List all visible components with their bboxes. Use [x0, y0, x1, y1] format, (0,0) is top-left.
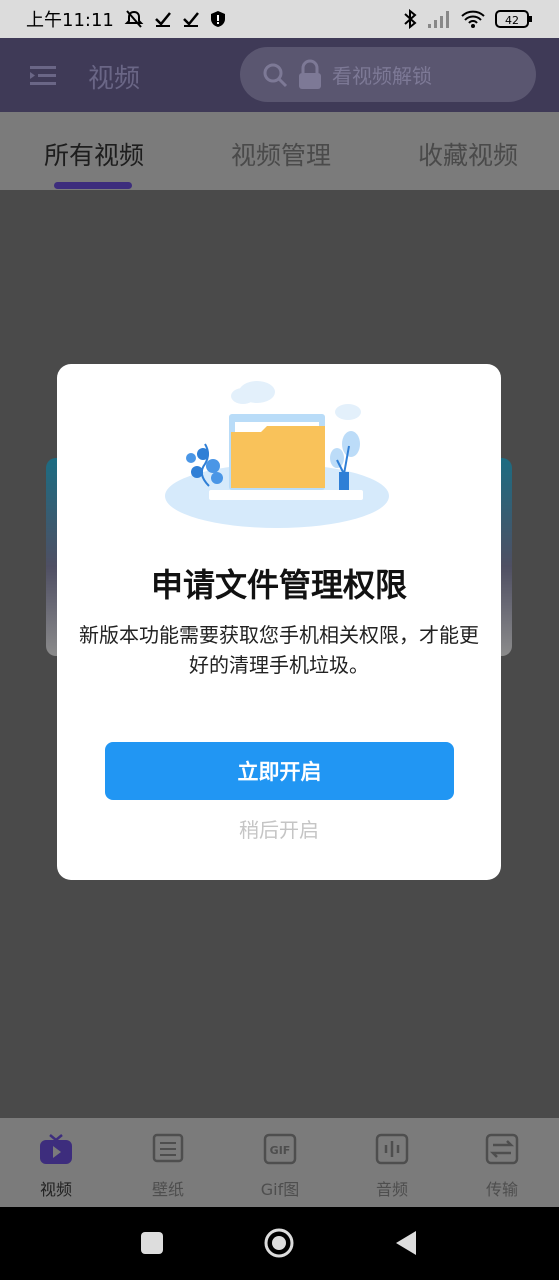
- check-icon: [154, 12, 171, 27]
- tab-bar: 所有视频 视频管理 收藏视频: [0, 112, 559, 190]
- nav-item-wallpaper[interactable]: 壁纸: [128, 1132, 208, 1200]
- svg-text:GIF: GIF: [270, 1144, 291, 1157]
- nav-item-audio[interactable]: 音频: [352, 1132, 432, 1200]
- page-title: 视频: [88, 64, 141, 94]
- nav-label-video: 视频: [39, 1180, 72, 1199]
- battery-level: 42: [505, 14, 519, 27]
- permission-dialog: 申请文件管理权限 新版本功能需要获取您手机相关权限，才能更好的清理手机垃圾。 立…: [57, 364, 501, 880]
- menu-icon[interactable]: [30, 65, 56, 87]
- unlock-button[interactable]: 看视频解锁: [240, 47, 536, 102]
- bluetooth-icon: [404, 9, 417, 29]
- video-icon: [40, 1134, 72, 1164]
- bottom-nav: 视频 壁纸 GIF Gif图 音频 传输: [0, 1118, 559, 1207]
- nav-label-transfer: 传输: [485, 1180, 518, 1199]
- tab-all-videos[interactable]: 所有视频: [44, 136, 144, 172]
- status-time: 上午11:11: [26, 10, 114, 31]
- wallpaper-icon: [152, 1133, 184, 1163]
- enable-later-button[interactable]: 稍后开启: [57, 814, 501, 843]
- tab-video-manage[interactable]: 视频管理: [231, 136, 331, 172]
- dialog-message: 新版本功能需要获取您手机相关权限，才能更好的清理手机垃圾。: [79, 623, 479, 677]
- search-icon: [263, 63, 288, 87]
- nav-item-gif[interactable]: GIF Gif图: [240, 1132, 320, 1200]
- nav-label-wallpaper: 壁纸: [151, 1180, 184, 1199]
- lock-icon: [299, 59, 321, 89]
- folder-illustration: [165, 381, 389, 528]
- unlock-label: 看视频解锁: [332, 64, 432, 88]
- check-icon: [182, 12, 199, 27]
- back-icon[interactable]: [394, 1227, 418, 1259]
- tab-favorite-videos[interactable]: 收藏视频: [418, 136, 518, 172]
- audio-icon: [375, 1133, 409, 1165]
- dialog-title: 申请文件管理权限: [150, 566, 407, 604]
- nav-label-audio: 音频: [375, 1180, 408, 1199]
- nav-item-transfer[interactable]: 传输: [462, 1132, 542, 1200]
- system-nav-bar: [0, 1207, 559, 1280]
- shield-icon: [210, 11, 225, 27]
- tab-indicator: [54, 182, 132, 189]
- recents-icon[interactable]: [140, 1227, 164, 1259]
- home-icon[interactable]: [263, 1227, 295, 1259]
- wifi-icon: [461, 10, 485, 28]
- mute-bell-icon: [124, 10, 144, 28]
- enable-now-button[interactable]: 立即开启: [105, 742, 454, 800]
- signal-icon: [428, 11, 449, 28]
- status-bar: 上午11:11 42: [0, 0, 559, 38]
- transfer-icon: [485, 1133, 519, 1165]
- nav-label-gif: Gif图: [260, 1180, 300, 1199]
- battery-icon: 42: [495, 10, 532, 28]
- nav-item-video[interactable]: 视频: [16, 1132, 96, 1200]
- gif-icon: GIF: [263, 1133, 297, 1165]
- app-header: 视频 看视频解锁: [0, 38, 559, 112]
